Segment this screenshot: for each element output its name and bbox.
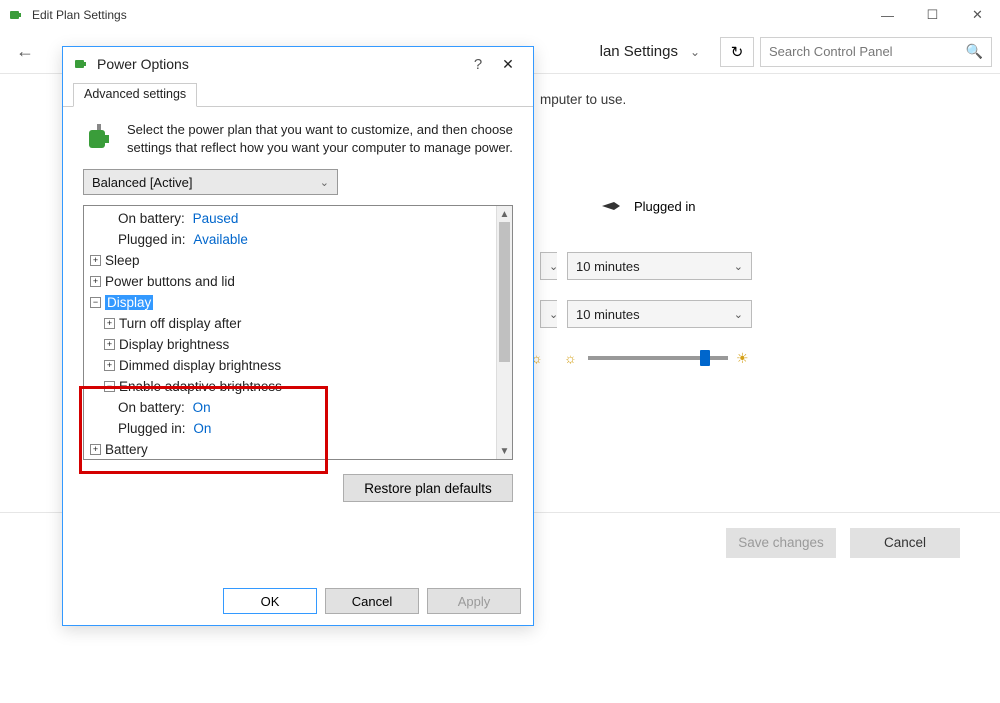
power-options-dialog: Power Options ? ✕ Advanced settings Sele… [62,46,534,626]
expand-icon[interactable]: + [104,339,115,350]
chevron-down-icon: ⌄ [320,176,329,189]
save-changes-button[interactable]: Save changes [726,528,836,558]
power-plan-dropdown[interactable]: Balanced [Active] ⌄ [83,169,338,195]
search-icon: 🔍 [966,43,983,60]
brightness-high-icon: ☀ [736,350,752,366]
scroll-down-button[interactable]: ▼ [497,443,512,459]
dialog-footer: OK Cancel Apply [63,577,533,625]
brightness-slider-row: ☼ ☼ ☀ [530,350,752,366]
tree-item-on-battery[interactable]: On battery: Paused [84,208,496,229]
sleep-dropdown[interactable]: 10 minutes ⌄ [567,300,752,328]
dropdown-value: 10 minutes [576,307,640,322]
tab-advanced-settings[interactable]: Advanced settings [73,83,197,107]
dialog-close-button[interactable]: ✕ [493,56,523,73]
dialog-title: Power Options [97,56,463,72]
parent-window-title: Edit Plan Settings [32,8,865,22]
value-on[interactable]: On [193,400,211,415]
refresh-button[interactable]: ↻ [720,37,754,67]
power-plan-icon [83,121,117,157]
scrollbar-track[interactable] [497,222,512,443]
back-button[interactable]: ← [8,41,42,62]
expand-icon[interactable]: + [90,276,101,287]
dropdown-value: 10 minutes [576,259,640,274]
tree-item-sleep[interactable]: + Sleep [84,250,496,271]
chevron-down-icon: ⌄ [690,45,700,59]
search-placeholder: Search Control Panel [769,44,966,59]
parent-titlebar: Edit Plan Settings — ☐ ✕ [0,0,1000,30]
plug-icon [600,198,624,214]
dialog-tab-row: Advanced settings [63,81,533,107]
tree-scrollbar[interactable]: ▲ ▼ [496,206,512,459]
tree-item-display-brightness[interactable]: + Display brightness [84,334,496,355]
expand-icon[interactable]: + [90,255,101,266]
tree-item-power-buttons-and-lid[interactable]: + Power buttons and lid [84,271,496,292]
apply-button[interactable]: Apply [427,588,521,614]
tree-item-battery[interactable]: + Battery [84,439,496,459]
plugged-in-label: Plugged in [634,199,695,214]
bg-dropdown-partial-2[interactable]: ⌄ [540,300,557,328]
chevron-down-icon: ⌄ [734,308,743,321]
slider-thumb[interactable] [700,350,710,366]
turn-off-display-dropdown[interactable]: 10 minutes ⌄ [567,252,752,280]
collapse-icon[interactable]: − [90,297,101,308]
scroll-up-button[interactable]: ▲ [497,206,512,222]
tree-item-ab-plugged-in[interactable]: Plugged in: On [84,418,496,439]
tree-item-turn-off-display-after[interactable]: + Turn off display after [84,313,496,334]
value-available[interactable]: Available [193,232,248,247]
settings-tree: On battery: Paused Plugged in: Available… [83,205,513,460]
expand-icon[interactable]: + [104,318,115,329]
collapse-icon[interactable]: − [104,381,115,392]
maximize-button[interactable]: ☐ [910,0,955,30]
tree-item-plugged-in[interactable]: Plugged in: Available [84,229,496,250]
help-button[interactable]: ? [463,56,493,73]
dialog-titlebar[interactable]: Power Options ? ✕ [63,47,533,81]
tree-item-display[interactable]: − Display [84,292,496,313]
cancel-button[interactable]: Cancel [325,588,419,614]
bg-text-fragment: mputer to use. [540,92,626,107]
ok-button[interactable]: OK [223,588,317,614]
close-button[interactable]: ✕ [955,0,1000,30]
value-on[interactable]: On [193,421,211,436]
tree-item-ab-on-battery[interactable]: On battery: On [84,397,496,418]
dialog-description: Select the power plan that you want to c… [127,121,513,157]
brightness-low-icon: ☼ [564,350,580,366]
brightness-slider[interactable] [588,356,728,360]
expand-icon[interactable]: + [104,360,115,371]
power-options-icon [73,56,89,72]
edit-plan-settings-window: Edit Plan Settings — ☐ ✕ ← lan Settings … [0,0,1000,703]
minimize-button[interactable]: — [865,0,910,30]
power-options-icon [8,7,24,23]
search-input[interactable]: Search Control Panel 🔍 [760,37,992,67]
scrollbar-thumb[interactable] [499,222,510,362]
plugged-in-header: Plugged in [600,198,695,214]
tree-item-enable-adaptive-brightness[interactable]: − Enable adaptive brightness [84,376,496,397]
expand-icon[interactable]: + [90,444,101,455]
chevron-down-icon: ⌄ [734,260,743,273]
plan-selected-value: Balanced [Active] [92,175,192,190]
selected-display-label: Display [105,295,153,310]
tree-item-dimmed-display-brightness[interactable]: + Dimmed display brightness [84,355,496,376]
restore-plan-defaults-button[interactable]: Restore plan defaults [343,474,513,502]
value-paused[interactable]: Paused [193,211,239,226]
dialog-body: Select the power plan that you want to c… [63,107,533,577]
bg-dropdown-partial-1[interactable]: ⌄ [540,252,557,280]
cancel-button[interactable]: Cancel [850,528,960,558]
